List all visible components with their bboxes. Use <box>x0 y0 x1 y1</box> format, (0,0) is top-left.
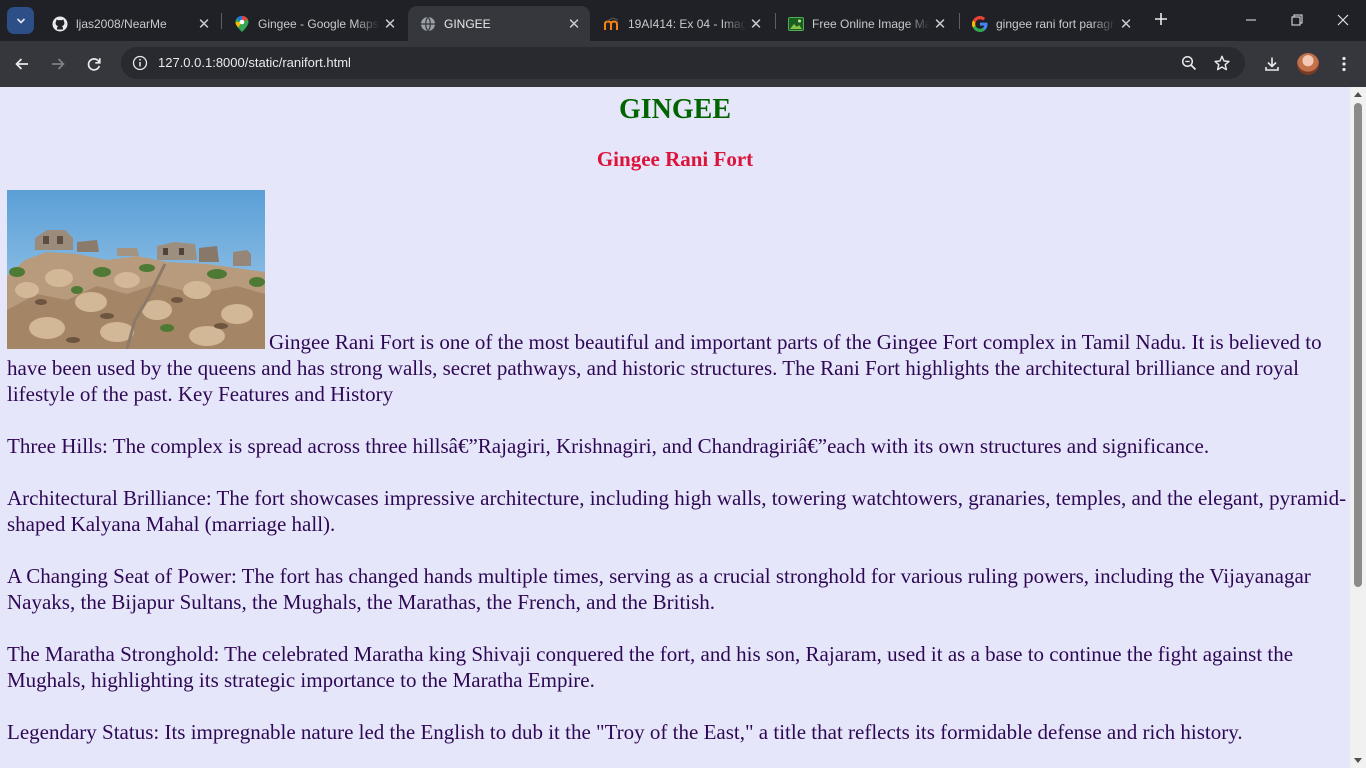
tab-strip: ljas2008/NearMe ✕ Gingee - Google Maps ✕… <box>0 0 1366 41</box>
paragraph: Legendary Status: Its impregnable nature… <box>7 720 1243 744</box>
reload-button[interactable] <box>79 49 109 79</box>
reload-icon <box>87 58 101 71</box>
profile-button[interactable] <box>1294 50 1322 78</box>
tab-gingee-active[interactable]: GINGEE ✕ <box>408 6 590 41</box>
close-tab-icon[interactable]: ✕ <box>746 14 766 34</box>
paragraph: Three Hills: The complex is spread acros… <box>7 434 1210 458</box>
tab-search-button[interactable] <box>7 7 34 34</box>
github-icon <box>52 16 68 32</box>
article-body: Gingee Rani Fort is one of the most beau… <box>7 190 1347 745</box>
tab-google-maps[interactable]: Gingee - Google Maps ✕ <box>222 6 406 41</box>
close-tab-icon[interactable]: ✕ <box>564 14 584 34</box>
close-window-button[interactable] <box>1320 0 1366 40</box>
download-icon <box>1265 57 1279 71</box>
close-tab-icon[interactable]: ✕ <box>194 14 214 34</box>
tab-title: gingee rani fort paragraph <box>996 16 1116 31</box>
tab-title: 19AI414: Ex 04 - Image <box>628 16 746 31</box>
arrow-left-icon <box>15 58 28 70</box>
web-page: GINGEE Gingee Rani Fort Gingee Rani Fort… <box>0 87 1350 768</box>
chevron-down-icon <box>16 17 25 24</box>
browser-toolbar: 127.0.0.1:8000/static/ranifort.html <box>0 41 1366 87</box>
arrow-right-icon <box>52 58 65 70</box>
paragraph: Architectural Brilliance: The fort showc… <box>7 486 1347 536</box>
menu-button[interactable] <box>1330 50 1358 78</box>
address-bar[interactable]: 127.0.0.1:8000/static/ranifort.html <box>121 47 1245 79</box>
close-icon <box>1337 14 1349 26</box>
close-tab-icon[interactable]: ✕ <box>380 14 400 34</box>
tab-title: ljas2008/NearMe <box>76 16 167 31</box>
moodle-icon <box>604 16 620 32</box>
google-maps-icon <box>234 15 250 32</box>
paragraph: A Changing Seat of Power: The fort has c… <box>7 564 1311 614</box>
page-title: GINGEE <box>618 94 732 125</box>
tab-title: Gingee - Google Maps <box>258 16 379 31</box>
paragraph: The Maratha Stronghold: The celebrated M… <box>7 642 1294 692</box>
scroll-down-arrow-icon[interactable] <box>1354 758 1362 763</box>
tab-moodle[interactable]: 19AI414: Ex 04 - Image ✕ <box>592 6 772 41</box>
restore-icon <box>1291 14 1303 26</box>
plus-icon <box>1155 13 1167 25</box>
forward-button[interactable] <box>43 49 73 79</box>
fort-image <box>7 190 265 349</box>
minimize-icon <box>1246 19 1256 21</box>
scroll-up-arrow-icon[interactable] <box>1354 92 1362 97</box>
page-scrollbar[interactable] <box>1350 87 1366 768</box>
url-text[interactable]: 127.0.0.1:8000/static/ranifort.html <box>158 55 351 70</box>
site-info-icon[interactable] <box>129 52 151 74</box>
tab-title: Free Online Image Maker <box>812 16 930 31</box>
close-tab-icon[interactable]: ✕ <box>930 14 950 34</box>
image-icon <box>788 16 804 32</box>
zoom-icon[interactable] <box>1178 52 1200 74</box>
minimize-button[interactable] <box>1228 0 1274 40</box>
google-icon <box>972 15 988 32</box>
tab-github[interactable]: ljas2008/NearMe ✕ <box>40 6 220 41</box>
tab-image-maker[interactable]: Free Online Image Maker ✕ <box>776 6 956 41</box>
scrollbar-thumb[interactable] <box>1354 103 1362 587</box>
restore-button[interactable] <box>1274 0 1320 40</box>
tab-title: GINGEE <box>444 16 491 31</box>
kebab-menu-icon <box>1342 56 1346 72</box>
avatar <box>1297 53 1319 75</box>
bookmark-star-icon[interactable] <box>1211 52 1233 74</box>
downloads-button[interactable] <box>1258 50 1286 78</box>
new-tab-button[interactable] <box>1150 8 1172 30</box>
back-button[interactable] <box>7 49 37 79</box>
paragraph: Gingee Rani Fort is one of the most beau… <box>7 190 1347 407</box>
tab-google-search[interactable]: gingee rani fort paragraph ✕ <box>960 6 1142 41</box>
close-tab-icon[interactable]: ✕ <box>1116 14 1136 34</box>
globe-icon <box>420 16 436 32</box>
page-subtitle: Gingee Rani Fort <box>596 147 754 171</box>
